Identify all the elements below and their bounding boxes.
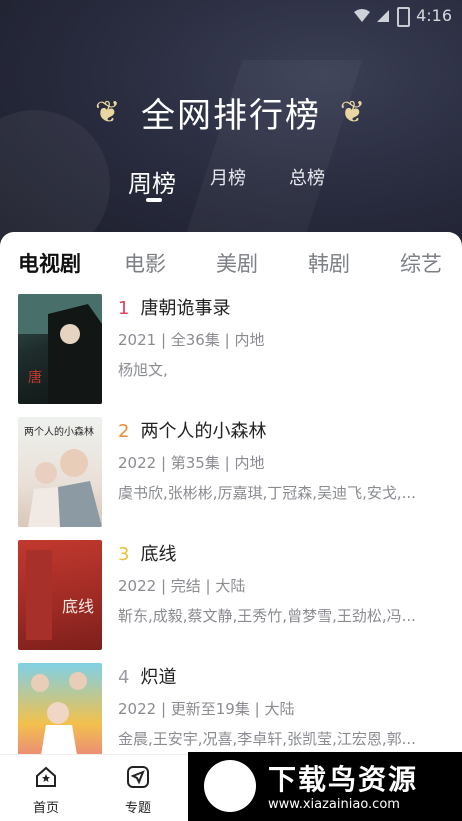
tab-variety[interactable]: 综艺 (400, 248, 442, 278)
tab-overall[interactable]: 总榜 (289, 164, 325, 190)
svg-text:唐: 唐 (28, 369, 42, 386)
ranking-panel: 电视剧 电影 美剧 韩剧 综艺 唐 1 唐朝诡事录 2021 | 全36集 | … (0, 232, 462, 821)
watermark-url: www.xiazainiao.com (268, 797, 400, 812)
svg-text:底线: 底线 (62, 597, 94, 616)
tab-tv-series[interactable]: 电视剧 (18, 248, 81, 278)
tab-korean-drama[interactable]: 韩剧 (308, 248, 350, 278)
watermark-icon (204, 760, 256, 812)
item-title: 炽道 (140, 667, 177, 688)
laurel-right-icon: ❦ (339, 95, 367, 130)
signal-icon (377, 10, 389, 22)
tab-topics-label: 专题 (124, 801, 151, 816)
poster-figure: 两个人的小森林 (24, 425, 102, 527)
poster-image: 底线 (18, 540, 102, 650)
item-meta: 2022 | 完结 | 大陆 (118, 577, 246, 595)
rank-number: 1 (118, 298, 130, 319)
poster-image: 唐 (18, 294, 102, 404)
svg-text:两个人的小森林: 两个人的小森林 (24, 425, 94, 438)
item-meta: 2022 | 更新至19集 | 大陆 (118, 700, 295, 718)
item-info: 4 炽道 2022 | 更新至19集 | 大陆 金晨,王安宇,况喜,李卓轩,张凯… (118, 663, 462, 749)
home-icon (36, 766, 56, 787)
tab-home[interactable]: 首页 (16, 765, 76, 816)
battery-icon (397, 7, 410, 27)
item-info: 3 底线 2022 | 完结 | 大陆 靳东,成毅,蔡文静,王秀竹,曾梦雪,王劲… (118, 540, 462, 626)
category-tabs: 电视剧 电影 美剧 韩剧 综艺 (0, 248, 462, 282)
status-time: 4:16 (416, 6, 452, 25)
item-actors: 杨旭文, (118, 361, 168, 379)
item-meta: 2022 | 第35集 | 内地 (118, 454, 265, 472)
page-title: ❦ 全网排行榜 ❦ (0, 88, 462, 137)
item-info: 2 两个人的小森林 2022 | 第35集 | 内地 虞书欣,张彬彬,厉嘉琪,丁… (118, 417, 462, 503)
rank-number: 3 (118, 544, 130, 565)
item-actors: 金晨,王安宇,况喜,李卓轩,张凯莹,江宏恩,郭... (118, 730, 416, 748)
item-actors: 虞书欣,张彬彬,厉嘉琪,丁冠森,吴迪飞,安戈,... (118, 484, 416, 502)
wifi-icon (354, 9, 370, 22)
status-bar: 4:16 (0, 0, 462, 32)
tab-topics[interactable]: 专题 (108, 765, 168, 816)
list-item[interactable]: 两个人的小森林 2 两个人的小森林 2022 | 第35集 | 内地 虞书欣,张… (18, 417, 462, 527)
list-item[interactable]: 底线 3 底线 2022 | 完结 | 大陆 靳东,成毅,蔡文静,王秀竹,曾梦雪… (18, 540, 462, 650)
poster-figure: 唐 (18, 294, 102, 404)
tab-home-label: 首页 (32, 801, 59, 816)
item-actors: 靳东,成毅,蔡文静,王秀竹,曾梦雪,王劲松,冯... (118, 607, 416, 625)
poster-image: 两个人的小森林 (18, 417, 102, 527)
page-title-text: 全网排行榜 (141, 96, 321, 136)
tab-weekly[interactable]: 周榜 (128, 164, 176, 199)
item-title: 唐朝诡事录 (140, 298, 231, 319)
rank-number: 2 (118, 421, 130, 442)
hero-banner: 4:16 ❦ 全网排行榜 ❦ 周榜 月榜 总榜 (0, 0, 462, 260)
rank-number: 4 (118, 667, 130, 688)
active-tab-indicator (146, 198, 162, 202)
period-tabs: 周榜 月榜 总榜 (0, 160, 462, 210)
tab-movies[interactable]: 电影 (124, 248, 166, 278)
list-item[interactable]: 唐 1 唐朝诡事录 2021 | 全36集 | 内地 杨旭文, (18, 294, 462, 404)
item-title: 两个人的小森林 (140, 421, 267, 442)
laurel-left-icon: ❦ (95, 95, 123, 130)
item-meta: 2021 | 全36集 | 内地 (118, 331, 265, 349)
tab-us-drama[interactable]: 美剧 (216, 248, 258, 278)
watermark-logo: 下载鸟资源 www.xiazainiao.com (188, 752, 462, 821)
screen: 4:16 ❦ 全网排行榜 ❦ 周榜 月榜 总榜 电视剧 电影 美剧 韩剧 综艺 (0, 0, 462, 821)
item-info: 1 唐朝诡事录 2021 | 全36集 | 内地 杨旭文, (118, 294, 462, 380)
watermark-text: 下载鸟资源 (268, 763, 419, 796)
item-title: 底线 (140, 544, 177, 565)
poster-figure: 底线 (26, 550, 94, 640)
navigation-icon (127, 766, 149, 788)
tab-monthly[interactable]: 月榜 (210, 164, 246, 190)
